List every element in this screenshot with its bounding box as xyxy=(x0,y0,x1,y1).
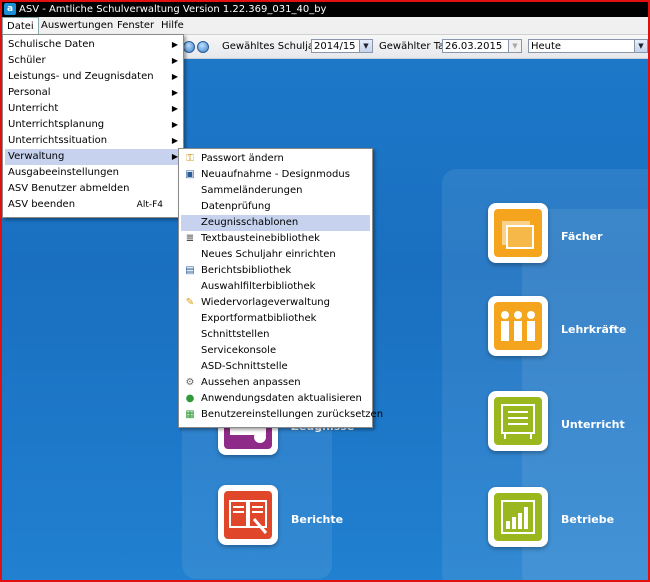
globe-icon: ● xyxy=(185,393,195,404)
menu-item-zeugnisschablonen[interactable]: Zeugnisschablonen xyxy=(181,215,370,231)
tag-mode-value: Heute xyxy=(531,41,562,52)
chevron-right-icon: ▶ xyxy=(171,72,178,81)
menu-item-unterrichtssituation[interactable]: Unterrichtssituation ▶ xyxy=(5,133,181,149)
faecher-label: Fächer xyxy=(561,230,603,243)
menu-item-leistungsdaten[interactable]: Leistungs- und Zeugnisdaten ▶ xyxy=(5,69,181,85)
menu-item-wiedervorlage[interactable]: ✎ Wiedervorlageverwaltung xyxy=(181,295,370,311)
menu-item-datenpruefung[interactable]: Datenprüfung xyxy=(181,199,370,215)
menu-item-personal[interactable]: Personal ▶ xyxy=(5,85,181,101)
menu-item-schueler[interactable]: Schüler ▶ xyxy=(5,53,181,69)
back-icon[interactable] xyxy=(183,41,195,53)
unterricht-tile[interactable] xyxy=(488,391,548,451)
chevron-right-icon: ▶ xyxy=(171,104,178,113)
menu-item-benutzer-abmelden[interactable]: ASV Benutzer abmelden xyxy=(5,181,181,197)
tag-mode-select[interactable]: Heute ▼ xyxy=(528,39,648,53)
menu-item-asv-beenden[interactable]: ASV beenden Alt-F4 xyxy=(5,197,181,213)
key-icon: ⚿ xyxy=(186,153,194,164)
unterricht-label: Unterricht xyxy=(561,418,625,431)
menu-item-schnittstellen[interactable]: Schnittstellen xyxy=(181,327,370,343)
title-bar: a ASV - Amtliche Schulverwaltung Version… xyxy=(2,2,648,17)
schuljahr-value: 2014/15 xyxy=(314,41,356,52)
schuljahr-label: Gewähltes Schuljahr xyxy=(222,41,325,52)
chevron-down-icon[interactable]: ▼ xyxy=(634,40,647,52)
chevron-down-icon[interactable]: ▼ xyxy=(359,40,372,52)
app-icon: a xyxy=(4,3,16,15)
tag-label: Gewählter Tag xyxy=(379,41,451,52)
verwaltung-submenu: ⚿ Passwort ändern ▣ Neuaufnahme - Designmo… xyxy=(178,148,383,428)
menu-item-exportformat[interactable]: Exportformatbibliothek xyxy=(181,311,370,327)
betriebe-tile[interactable] xyxy=(488,487,548,547)
chevron-right-icon: ▶ xyxy=(171,56,178,65)
menu-item-neuaufnahme[interactable]: ▣ Neuaufnahme - Designmodus xyxy=(181,167,370,183)
board-icon xyxy=(494,397,542,445)
datei-menu: Schulische Daten ▶ Schüler ▶ Leistungs- un… xyxy=(2,34,184,218)
menu-item-aussehen[interactable]: ⚙ Aussehen anpassen xyxy=(181,375,370,391)
menu-item-neues-schuljahr[interactable]: Neues Schuljahr einrichten xyxy=(181,247,370,263)
menu-item-servicekonsole[interactable]: Servicekonsole xyxy=(181,343,370,359)
menu-item-sammelaenderungen[interactable]: Sammeländerungen xyxy=(181,183,370,199)
app-window: a ASV - Amtliche Schulverwaltung Version… xyxy=(0,0,650,582)
chevron-right-icon: ▶ xyxy=(171,40,178,49)
menu-item-anwendungsdaten[interactable]: ● Anwendungsdaten aktualisieren xyxy=(181,391,370,407)
berichte-tile[interactable] xyxy=(218,485,278,545)
menu-item-asd-schnittstelle[interactable]: ASD-Schnittstelle xyxy=(181,359,370,375)
lehrkraefte-label: Lehrkräfte xyxy=(561,323,627,336)
reset-icon: ▦ xyxy=(185,409,195,420)
menu-item-benutzereinstellungen[interactable]: ▦ Benutzereinstellungen zurücksetzen xyxy=(181,407,383,423)
menu-item-passwort-aendern[interactable]: ⚿ Passwort ändern xyxy=(181,151,370,167)
menu-item-ausgabeeinstellungen[interactable]: Ausgabeeinstellungen xyxy=(5,165,181,181)
shortcut-label: Alt-F4 xyxy=(136,200,163,210)
report-icon: ▤ xyxy=(185,265,195,276)
window-icon: ▣ xyxy=(185,169,195,180)
menu-item-unterrichtsplanung[interactable]: Unterrichtsplanung ▶ xyxy=(5,117,181,133)
tag-date-field[interactable]: 26.03.2015 ▼ xyxy=(442,39,522,53)
berichte-label: Berichte xyxy=(291,513,344,526)
forward-icon[interactable] xyxy=(197,41,209,53)
report-book-icon xyxy=(224,491,272,539)
chevron-right-icon: ▶ xyxy=(171,88,178,97)
menu-fenster[interactable]: Fenster xyxy=(113,17,158,34)
lehrkraefte-tile[interactable] xyxy=(488,296,548,356)
menu-item-unterricht[interactable]: Unterricht ▶ xyxy=(5,101,181,117)
menu-item-berichtsbibliothek[interactable]: ▤ Berichtsbibliothek xyxy=(181,263,370,279)
folders-icon xyxy=(494,209,542,257)
menu-item-auswahlfilter[interactable]: Auswahlfilterbibliothek xyxy=(181,279,370,295)
teachers-icon xyxy=(494,302,542,350)
window-title: ASV - Amtliche Schulverwaltung Version 1… xyxy=(19,4,327,15)
menu-hilfe[interactable]: Hilfe xyxy=(157,17,188,34)
chevron-right-icon: ▶ xyxy=(171,120,178,129)
broom-icon: ✎ xyxy=(185,297,195,308)
menu-auswertungen[interactable]: Auswertungen xyxy=(37,17,117,34)
chevron-down-icon[interactable]: ▼ xyxy=(508,40,521,52)
gear-icon: ⚙ xyxy=(185,377,195,388)
menu-item-schulische-daten[interactable]: Schulische Daten ▶ xyxy=(5,37,181,53)
bar-chart-icon xyxy=(494,493,542,541)
menu-item-textbausteine[interactable]: ≣ Textbausteinebibliothek xyxy=(181,231,370,247)
chevron-right-icon: ▶ xyxy=(171,136,178,145)
tag-value: 26.03.2015 xyxy=(445,41,503,52)
schuljahr-select[interactable]: 2014/15 ▼ xyxy=(311,39,373,53)
menu-item-verwaltung[interactable]: Verwaltung ▶ xyxy=(5,149,181,165)
faecher-tile[interactable] xyxy=(488,203,548,263)
menu-bar: Datei Auswertungen Fenster Hilfe xyxy=(2,17,648,35)
betriebe-label: Betriebe xyxy=(561,513,615,526)
menu-datei[interactable]: Datei xyxy=(2,17,39,35)
text-icon: ≣ xyxy=(185,233,195,244)
